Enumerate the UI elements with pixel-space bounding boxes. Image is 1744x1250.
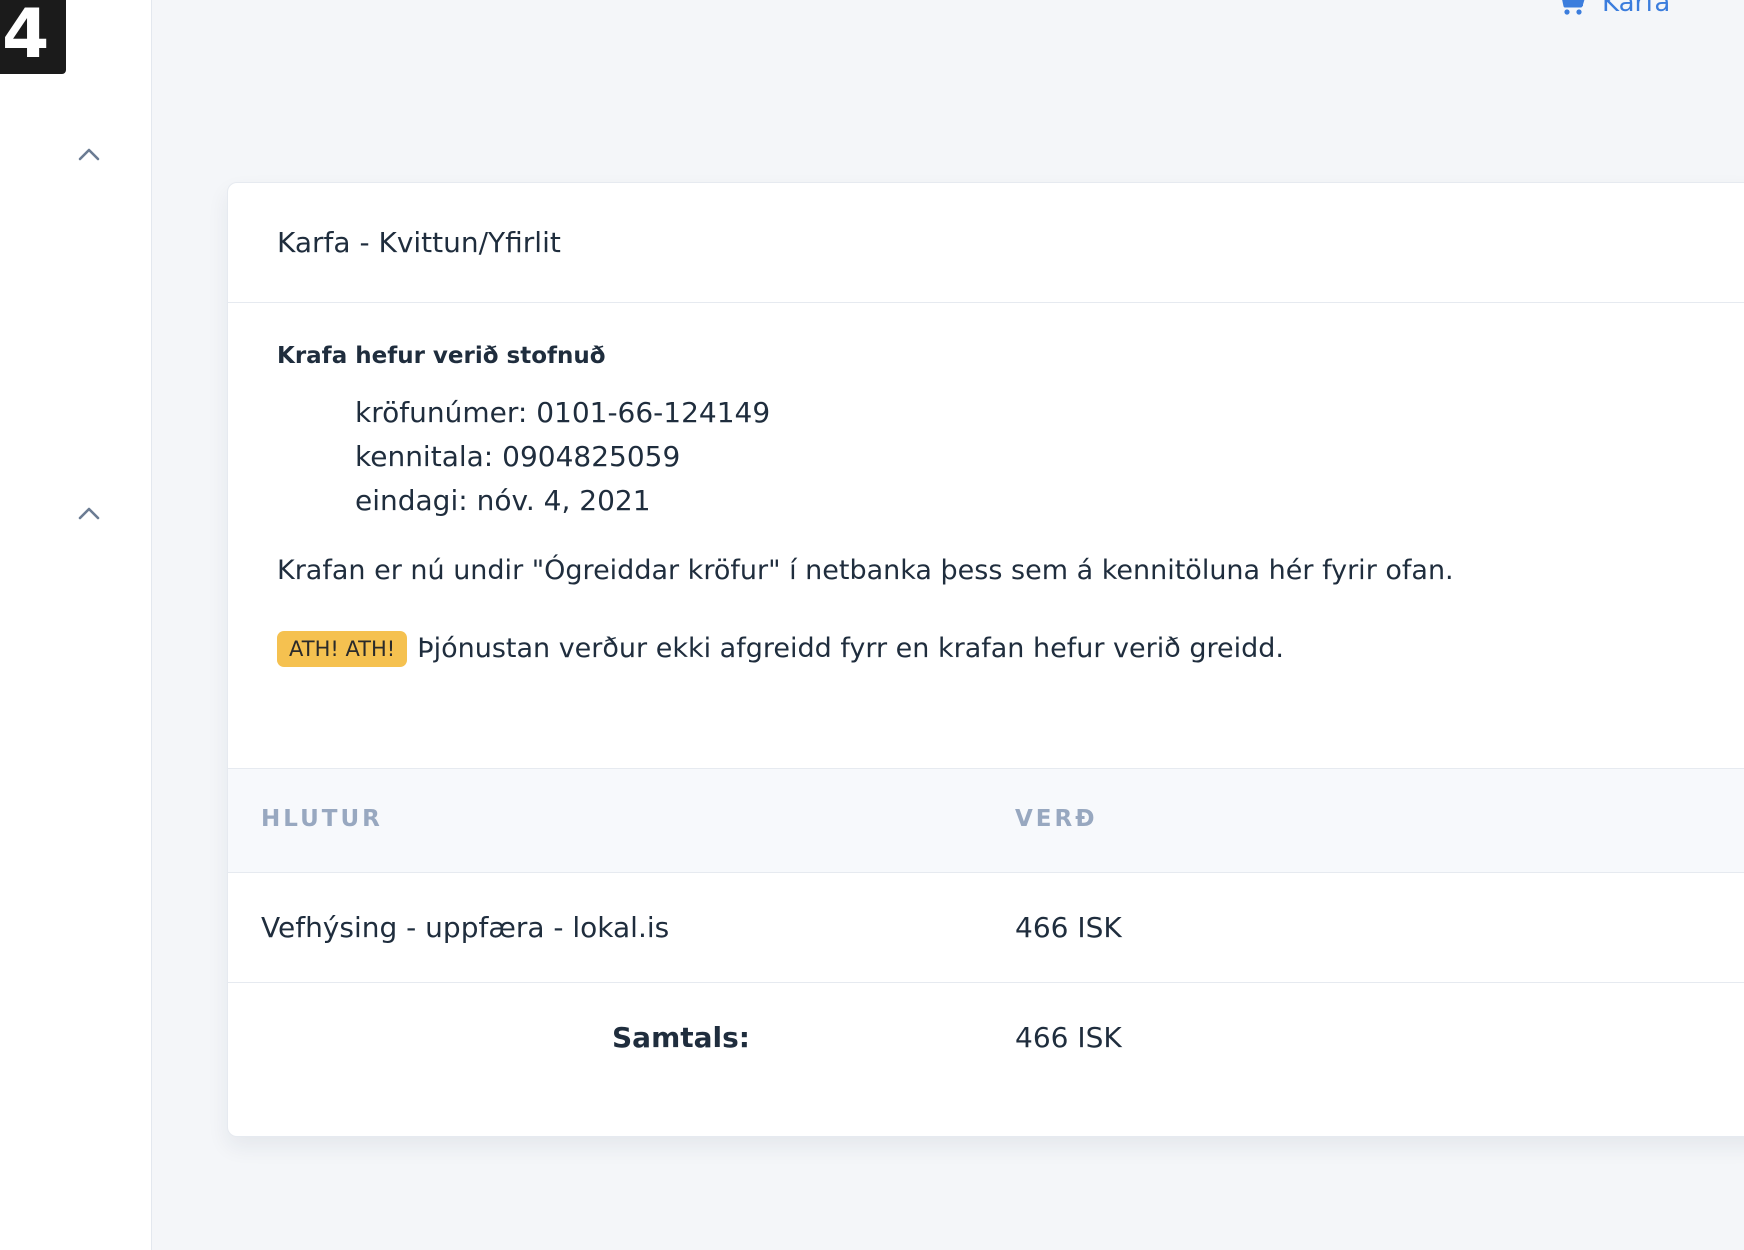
claim-kennitala: kennitala: 0904825059 (355, 440, 681, 473)
chevron-up-icon[interactable] (76, 503, 102, 523)
cart-label: Karfa (1602, 0, 1671, 18)
logo[interactable]: 4 (0, 0, 66, 74)
chevron-up-icon[interactable] (76, 144, 102, 164)
receipt-card: Karfa - Kvittun/Yfirlit Krafa hefur veri… (227, 182, 1744, 1137)
column-header-price: VERÐ (1015, 806, 1098, 832)
claim-created-heading: Krafa hefur verið stofnuð (277, 343, 606, 369)
claim-number: kröfunúmer: 0101-66-124149 (355, 396, 771, 429)
total-label: Samtals: (612, 1021, 750, 1054)
card-header: Karfa - Kvittun/Yfirlit (228, 183, 1744, 303)
warning-badge: ATH! ATH! (277, 631, 408, 667)
warning-text: Þjónustan verður ekki afgreidd fyrr en k… (417, 633, 1284, 664)
logo-text: 4 (2, 0, 50, 74)
table-row: Vefhýsing - uppfæra - lokal.is 466 ISK (228, 873, 1744, 983)
cart-link[interactable]: Karfa (1556, 0, 1670, 20)
total-value: 466 ISK (1015, 1021, 1122, 1054)
card-body: Krafa hefur verið stofnuð kröfunúmer: 01… (228, 303, 1744, 768)
column-header-item: HLUTUR (261, 806, 383, 832)
row-item: Vefhýsing - uppfæra - lokal.is (261, 911, 670, 944)
sidebar: 4 (0, 0, 152, 1250)
warning-line: ATH! ATH! Þjónustan verður ekki afgreidd… (277, 629, 1744, 669)
claim-details: kröfunúmer: 0101-66-124149 kennitala: 09… (277, 391, 1744, 523)
table-header: HLUTUR VERÐ (228, 768, 1744, 873)
row-price: 466 ISK (1015, 911, 1122, 944)
claim-due-date: eindagi: nóv. 4, 2021 (355, 484, 651, 517)
total-row: Samtals: 466 ISK (228, 983, 1744, 1093)
claim-message: Krafan er nú undir "Ógreiddar kröfur" í … (277, 555, 1454, 586)
cart-icon (1556, 0, 1586, 16)
card-title: Karfa - Kvittun/Yfirlit (277, 226, 561, 259)
